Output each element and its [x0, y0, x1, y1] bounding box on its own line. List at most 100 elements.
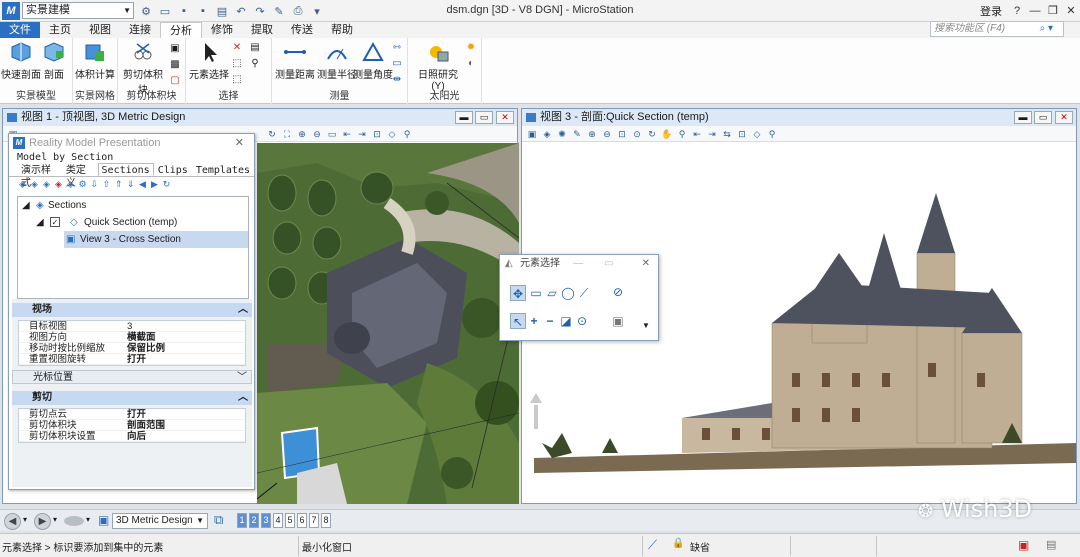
message-center-icon[interactable]: ▤: [1046, 538, 1056, 551]
chevron-down-icon[interactable]: ▾: [53, 515, 57, 524]
element-selection-button[interactable]: 元素选择: [188, 40, 230, 81]
tab-file[interactable]: 文件: [0, 22, 40, 38]
view-lighting-icon[interactable]: ✺: [556, 128, 568, 140]
prop-value[interactable]: 3: [127, 321, 132, 332]
new-mode-icon[interactable]: ⊙: [574, 313, 590, 329]
chevron-down-icon[interactable]: ﹀: [237, 371, 247, 385]
tab-decorate[interactable]: 修饰: [202, 22, 242, 38]
edit-section-icon[interactable]: ◈: [65, 179, 76, 190]
clip-volume-view-icon[interactable]: ◇: [751, 128, 763, 140]
minimize-button[interactable]: —: [1026, 1, 1044, 21]
zoom-in-icon[interactable]: ⊕: [296, 128, 308, 140]
chevron-down-icon[interactable]: ▾: [86, 515, 90, 524]
import-icon[interactable]: ⇩: [89, 179, 100, 190]
reality-model-panel[interactable]: M Reality Model Presentation ✕ Model by …: [8, 133, 255, 490]
model-icon[interactable]: [64, 516, 84, 526]
print-icon[interactable]: ⎙: [290, 3, 306, 19]
help-icon[interactable]: ?: [1008, 1, 1026, 21]
view-toggle-1[interactable]: 1: [237, 513, 247, 528]
redo-icon[interactable]: ↷: [252, 3, 268, 19]
undo-icon[interactable]: ↶: [233, 3, 249, 19]
esel-minimize-button[interactable]: —: [573, 255, 583, 273]
rmp-close-button[interactable]: ✕: [235, 134, 244, 152]
measure-area-icon[interactable]: ⇿: [390, 41, 404, 55]
move-down-icon[interactable]: ⇓: [125, 179, 136, 190]
prop-row[interactable]: 重置视图旋转 打开: [19, 354, 245, 365]
section-clip[interactable]: 剪切 ︿: [12, 391, 252, 405]
pan-icon[interactable]: ✋: [661, 128, 673, 140]
prop-row[interactable]: 移动时按比例缩放 保留比例: [19, 343, 245, 354]
view1-minimize-button[interactable]: ▬: [455, 111, 473, 124]
tree-item-sections[interactable]: ◢ ◈ Sections: [18, 197, 248, 214]
shadow-icon[interactable]: ◐: [464, 57, 478, 71]
display-style-icon[interactable]: ⚲: [401, 128, 413, 140]
tab-connect[interactable]: 连接: [120, 22, 160, 38]
add-section-2-icon[interactable]: ◈: [29, 179, 40, 190]
tab-clips[interactable]: Clips: [154, 163, 192, 176]
expand-icon[interactable]: ◢: [36, 214, 44, 231]
prop-row[interactable]: 目标视图 3: [19, 321, 245, 332]
esel-maximize-button[interactable]: ▭: [604, 255, 613, 273]
prop-row[interactable]: 剪切体积块 剖面范围: [19, 420, 245, 431]
copy-view-icon[interactable]: ⇆: [721, 128, 733, 140]
prop-value[interactable]: 打开: [127, 409, 146, 420]
export-icon[interactable]: ⇧: [101, 179, 112, 190]
shape-select-icon[interactable]: ▱: [544, 285, 560, 301]
block-select-icon[interactable]: ▭: [528, 285, 544, 301]
view-toggle-2[interactable]: 2: [249, 513, 259, 528]
open-folder-icon[interactable]: ▭: [157, 3, 173, 19]
fit-view-icon[interactable]: ⛶: [281, 128, 293, 140]
measure-extra-icon[interactable]: ⇹: [390, 73, 404, 87]
compress-icon[interactable]: ▤: [214, 3, 230, 19]
measure-distance-button[interactable]: 测量距离: [274, 40, 316, 81]
settings-icon[interactable]: ⚙: [138, 3, 154, 19]
invert-mode-icon[interactable]: ◪: [558, 313, 574, 329]
next-view-icon[interactable]: ⇥: [706, 128, 718, 140]
next-view-icon[interactable]: ⇥: [356, 128, 368, 140]
pencil-icon[interactable]: ✎: [571, 128, 583, 140]
clear-selection-icon[interactable]: ⊘: [610, 284, 626, 300]
move-up-icon[interactable]: ⇑: [113, 179, 124, 190]
clip-view-icon[interactable]: ⊡: [736, 128, 748, 140]
view-toggle-6[interactable]: 6: [297, 513, 307, 528]
design-file-icon[interactable]: ▣: [1018, 538, 1029, 552]
login-link[interactable]: 登录: [980, 3, 1002, 19]
volume-calc-button[interactable]: 体积计算: [74, 40, 116, 81]
prop-value[interactable]: 剖面范围: [127, 420, 165, 431]
clip-view-icon[interactable]: ⊡: [371, 128, 383, 140]
back-icon[interactable]: ◀: [4, 513, 21, 530]
view-toggle-3[interactable]: 3: [261, 513, 271, 528]
save-settings-icon[interactable]: ▪: [195, 3, 211, 19]
section-button[interactable]: 剖面: [36, 40, 72, 81]
tab-extract[interactable]: 提取: [242, 22, 282, 38]
clip-volume-view-icon[interactable]: ◇: [386, 128, 398, 140]
section-view-field[interactable]: 视场 ︿: [12, 303, 252, 317]
view-groups-icon[interactable]: ⧉: [214, 512, 223, 528]
clip-mask-icon[interactable]: ▩: [168, 58, 182, 72]
tab-display-style[interactable]: 演示样式: [17, 163, 62, 189]
window-area-icon[interactable]: ▭: [326, 128, 338, 140]
measure-angle-button[interactable]: 测量角度: [352, 40, 394, 81]
lock-icon[interactable]: 🔒: [672, 538, 684, 549]
rotate-view-icon[interactable]: ↻: [646, 128, 658, 140]
prop-row[interactable]: 剪切点云 打开: [19, 409, 245, 420]
tab-view[interactable]: 视图: [80, 22, 120, 38]
section-settings-icon[interactable]: ⚙: [77, 179, 88, 190]
workspace-select[interactable]: 实景建模 ▼: [22, 2, 134, 19]
view1-close-button[interactable]: ✕: [496, 111, 514, 124]
element-selection-dialog[interactable]: ◭ 元素选择 — ▭ ✕ ✥ ▭ ▱ ◯ ⟋ ⊘ ↖ + − ◪ ⊙ ▣ ▼: [499, 254, 659, 341]
select-all-icon[interactable]: ⬚: [230, 73, 244, 87]
tree-item-quick-section[interactable]: ◢ ✓ ◇ Quick Section (temp): [18, 214, 248, 231]
pin-icon[interactable]: ✎: [271, 3, 287, 19]
next-icon[interactable]: ▶: [149, 179, 160, 190]
select-filter-icon[interactable]: ⚲: [248, 57, 262, 71]
esel-close-button[interactable]: ✕: [642, 255, 650, 273]
tab-sections[interactable]: Sections: [97, 163, 154, 176]
clip-delete-icon[interactable]: ▢: [168, 74, 182, 88]
subtract-mode-icon[interactable]: −: [542, 313, 558, 329]
close-button[interactable]: ✕: [1062, 1, 1080, 21]
refresh-icon[interactable]: ↻: [161, 179, 172, 190]
tab-class-definition[interactable]: 类定义: [62, 163, 98, 189]
fit-view-icon[interactable]: ⊙: [631, 128, 643, 140]
model-select[interactable]: 3D Metric Design ▼: [112, 513, 208, 529]
